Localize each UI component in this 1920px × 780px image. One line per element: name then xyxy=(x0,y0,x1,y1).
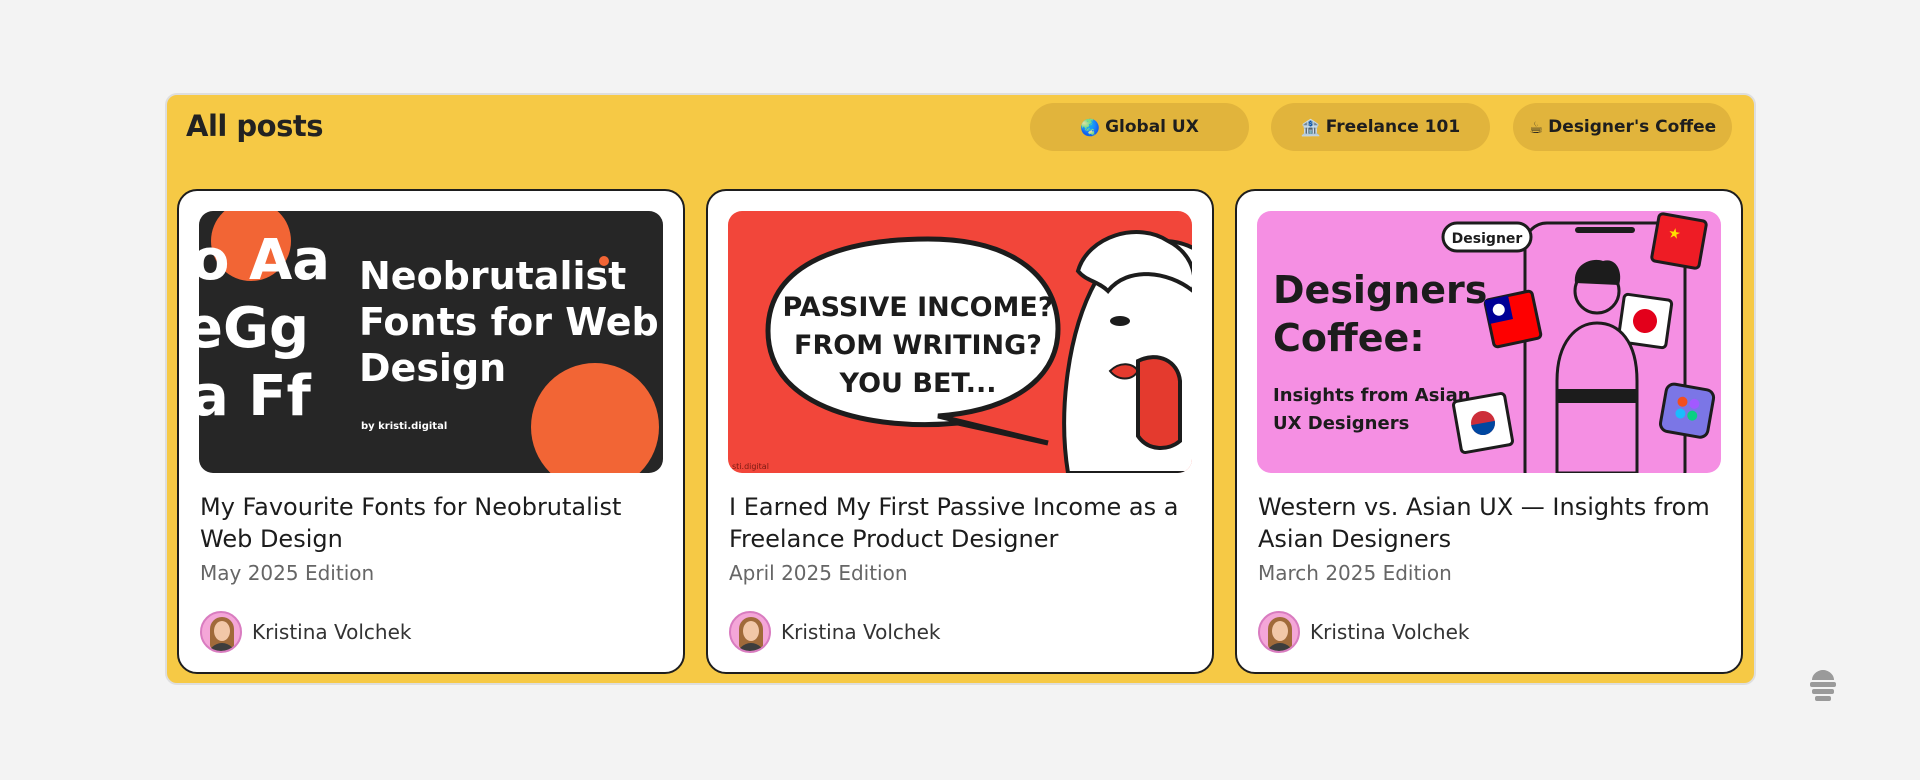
post-date: May 2025 Edition xyxy=(200,561,375,585)
post-author: Kristina Volchek xyxy=(1258,611,1469,653)
thumb-headline-1: Neobrutalist xyxy=(359,254,626,298)
globe-icon: 🌏 xyxy=(1080,117,1101,137)
thumb-corner-text: sti.digital xyxy=(732,462,769,471)
thumb-sub-2: UX Designers xyxy=(1273,413,1409,434)
author-name: Kristina Volchek xyxy=(1310,620,1470,644)
chip-designers-coffee[interactable]: ☕ Designer's Coffee xyxy=(1513,103,1732,151)
page-title: All posts xyxy=(186,109,324,143)
post-title[interactable]: Western vs. Asian UX — Insights from Asi… xyxy=(1258,491,1728,555)
chip-label: Global UX xyxy=(1105,117,1199,137)
author-name: Kristina Volchek xyxy=(252,620,412,644)
bubble-line-2: FROM WRITING? xyxy=(794,330,1042,361)
avatar xyxy=(729,611,771,653)
thumb-tag: Designer xyxy=(1452,231,1523,247)
stacked-layers-icon[interactable] xyxy=(1806,668,1840,702)
chip-label: Designer's Coffee xyxy=(1548,117,1717,137)
fonts-cover-image: o Aa eGg a Ff Neobrutalist Fonts for Web… xyxy=(199,211,663,473)
post-card[interactable]: Designer Designers Coffee: Insights from… xyxy=(1235,189,1743,674)
post-date: April 2025 Edition xyxy=(729,561,908,585)
post-author: Kristina Volchek xyxy=(729,611,940,653)
author-name: Kristina Volchek xyxy=(781,620,941,644)
all-posts-panel: All posts 🌏 Global UX 🏦 Freelance 101 ☕ … xyxy=(165,93,1756,685)
thumb-headline-1: Designers xyxy=(1273,268,1487,312)
chip-label: Freelance 101 xyxy=(1325,117,1461,137)
thumb-headline-3: Design xyxy=(359,346,506,390)
post-author: Kristina Volchek xyxy=(200,611,411,653)
post-date: March 2025 Edition xyxy=(1258,561,1452,585)
svg-text:a Ff: a Ff xyxy=(199,364,312,429)
bubble-line-3: YOU BET... xyxy=(839,368,997,399)
coffee-icon: ☕ xyxy=(1528,117,1544,137)
avatar xyxy=(1258,611,1300,653)
post-card[interactable]: o Aa eGg a Ff Neobrutalist Fonts for Web… xyxy=(177,189,685,674)
post-thumbnail[interactable]: PASSIVE INCOME? FROM WRITING? YOU BET...… xyxy=(728,211,1192,473)
avatar xyxy=(200,611,242,653)
post-title[interactable]: I Earned My First Passive Income as a Fr… xyxy=(729,491,1199,555)
chip-freelance-101[interactable]: 🏦 Freelance 101 xyxy=(1271,103,1490,151)
post-thumbnail[interactable]: Designer Designers Coffee: Insights from… xyxy=(1257,211,1721,473)
bubble-line-1: PASSIVE INCOME? xyxy=(782,292,1053,323)
svg-text:eGg: eGg xyxy=(199,296,309,361)
passive-income-cover-image: PASSIVE INCOME? FROM WRITING? YOU BET...… xyxy=(728,211,1192,473)
svg-text:o Aa: o Aa xyxy=(199,228,330,293)
bank-icon: 🏦 xyxy=(1300,117,1321,137)
post-thumbnail[interactable]: o Aa eGg a Ff Neobrutalist Fonts for Web… xyxy=(199,211,663,473)
thumb-headline-2: Fonts for Web xyxy=(359,300,659,344)
designers-coffee-cover-image: Designer Designers Coffee: Insights from… xyxy=(1257,211,1721,473)
thumb-sub-1: Insights from Asian xyxy=(1273,385,1471,406)
post-title[interactable]: My Favourite Fonts for Neobrutalist Web … xyxy=(200,491,670,555)
post-card[interactable]: PASSIVE INCOME? FROM WRITING? YOU BET...… xyxy=(706,189,1214,674)
thumb-headline-2: Coffee: xyxy=(1273,316,1425,360)
thumb-byline: by kristi.digital xyxy=(361,421,447,432)
chip-global-ux[interactable]: 🌏 Global UX xyxy=(1030,103,1249,151)
